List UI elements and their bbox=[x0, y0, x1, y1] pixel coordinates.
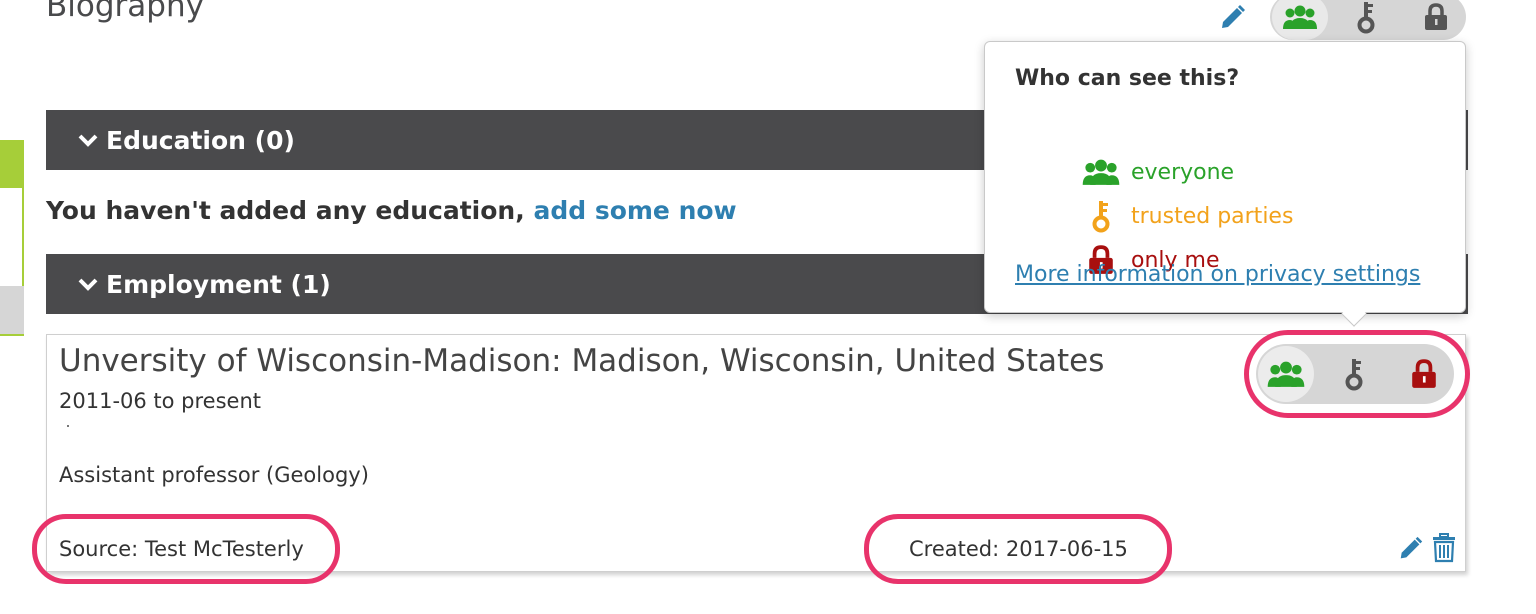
group-icon bbox=[1267, 361, 1305, 387]
privacy-option-label: trusted parties bbox=[1131, 203, 1294, 229]
visibility-everyone-button[interactable] bbox=[1272, 0, 1328, 40]
education-empty-text: You haven't added any education, bbox=[46, 196, 525, 225]
add-education-link[interactable]: add some now bbox=[533, 196, 736, 225]
left-sidebar-accent bbox=[0, 140, 24, 186]
visibility-private-button[interactable] bbox=[1408, 0, 1464, 40]
lock-icon bbox=[1425, 3, 1447, 30]
privacy-info-link[interactable]: More information on privacy settings bbox=[1015, 262, 1420, 287]
privacy-option-everyone: everyone bbox=[1081, 154, 1234, 190]
privacy-popover: Who can see this? everyone trusted parti… bbox=[984, 41, 1466, 327]
chevron-down-icon bbox=[78, 277, 98, 291]
visibility-toggle-biography[interactable] bbox=[1270, 0, 1466, 40]
orcid-record-page: Biography Education (0) You haven't adde… bbox=[0, 0, 1536, 614]
entry-title: Unversity of Wisconsin-Madison: Madison,… bbox=[59, 343, 1105, 379]
privacy-option-trusted: trusted parties bbox=[1081, 198, 1293, 234]
visibility-everyone-button[interactable] bbox=[1258, 346, 1314, 402]
employment-entry: Unversity of Wisconsin-Madison: Madison,… bbox=[46, 334, 1466, 572]
education-empty-message: You haven't added any education, add som… bbox=[46, 196, 737, 225]
privacy-option-label: everyone bbox=[1131, 159, 1235, 185]
left-sidebar-item bbox=[0, 286, 24, 334]
section-title-biography: Biography bbox=[46, 0, 204, 24]
entry-source: Source: Test McTesterly bbox=[59, 537, 304, 561]
entry-created-date: Created: 2017-06-15 bbox=[909, 537, 1128, 561]
popover-arrow bbox=[1341, 301, 1367, 327]
entry-dot bbox=[67, 425, 69, 427]
visibility-private-button[interactable] bbox=[1394, 344, 1454, 404]
edit-pencil-icon[interactable] bbox=[1397, 535, 1425, 563]
trash-icon[interactable] bbox=[1431, 533, 1457, 563]
key-icon bbox=[1345, 359, 1363, 391]
employment-header-label: Employment (1) bbox=[106, 269, 331, 299]
entry-role: Assistant professor (Geology) bbox=[59, 463, 369, 487]
pencil-icon[interactable] bbox=[1218, 4, 1248, 32]
education-header-label: Education (0) bbox=[106, 125, 295, 155]
group-icon bbox=[1081, 158, 1121, 186]
entry-dates: 2011-06 to present bbox=[59, 389, 262, 413]
group-icon bbox=[1283, 5, 1317, 29]
lock-icon bbox=[1412, 359, 1436, 388]
visibility-trusted-button[interactable] bbox=[1338, 0, 1394, 40]
key-icon bbox=[1081, 199, 1121, 233]
key-icon bbox=[1357, 2, 1375, 34]
popover-title: Who can see this? bbox=[1015, 66, 1240, 91]
visibility-trusted-button[interactable] bbox=[1324, 344, 1384, 404]
chevron-down-icon bbox=[78, 133, 98, 147]
visibility-toggle-employment[interactable] bbox=[1256, 344, 1454, 404]
